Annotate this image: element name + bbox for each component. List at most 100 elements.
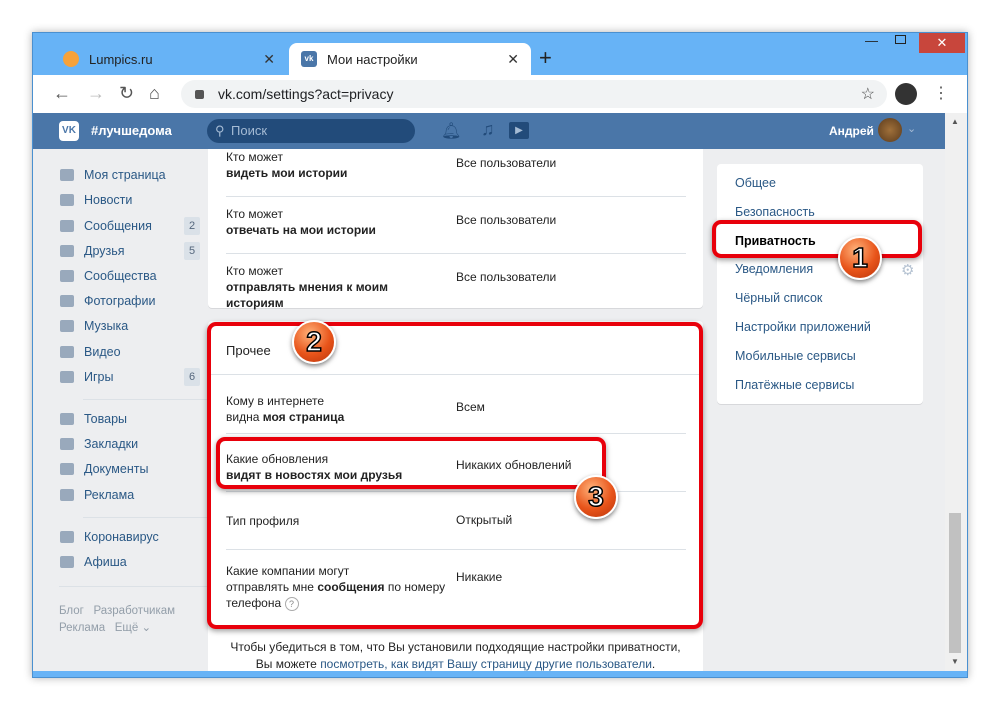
- minimize-button[interactable]: —: [865, 33, 878, 48]
- sidebar-item-label: Моя страница: [84, 168, 166, 182]
- sidebar-item[interactable]: Афиша: [60, 555, 200, 569]
- sidebar-item-label: Фотографии: [84, 294, 156, 308]
- annotation-number-1: 1: [838, 236, 882, 280]
- footer-link-ads[interactable]: Реклама: [59, 622, 105, 634]
- scroll-thumb[interactable]: [949, 513, 961, 653]
- annotation-box-privacy: [712, 220, 922, 258]
- sidebar-item[interactable]: Закладки: [60, 437, 200, 451]
- sidebar-item[interactable]: Музыка: [60, 319, 200, 333]
- home-icon: [60, 169, 74, 181]
- scroll-up-icon[interactable]: ▲: [951, 117, 959, 126]
- sidebar-item[interactable]: Новости: [60, 193, 200, 207]
- search-placeholder: Поиск: [231, 123, 268, 138]
- forward-icon[interactable]: →: [87, 83, 105, 104]
- news-icon: [60, 194, 74, 206]
- reload-icon[interactable]: ↻: [119, 83, 134, 104]
- setting-value[interactable]: Все пользователи: [456, 270, 556, 284]
- user-avatar[interactable]: [878, 118, 902, 142]
- sidebar-item-label: Видео: [84, 345, 121, 359]
- privacy-setting-row[interactable]: Кто может отвечать на мои истории Все поль…: [226, 206, 686, 263]
- bookmark-star-icon[interactable]: ☆: [861, 84, 875, 104]
- setting-label-bold: отправлять мнения к моим историям: [226, 280, 388, 310]
- sidebar-item[interactable]: Моя страница: [60, 168, 200, 182]
- search-input[interactable]: ⚲ Поиск: [207, 119, 415, 143]
- sidebar-item[interactable]: Друзья 5: [60, 242, 200, 260]
- tab-label: Lumpics.ru: [89, 51, 153, 67]
- lumpics-favicon: [63, 51, 79, 67]
- settings-menu-item[interactable]: Общее: [735, 176, 776, 190]
- settings-menu-item[interactable]: Платёжные сервисы: [735, 378, 854, 392]
- friends-icon: [60, 245, 74, 257]
- privacy-setting-row[interactable]: Кто может видеть мои истории Все пользоват…: [226, 149, 686, 206]
- sidebar-item[interactable]: Сообщества: [60, 269, 200, 283]
- settings-menu-item[interactable]: Мобильные сервисы: [735, 349, 856, 363]
- tab-settings[interactable]: vk Мои настройки ✕: [289, 43, 531, 75]
- bell-icon[interactable]: 🔔︎: [441, 121, 461, 141]
- setting-label: Кто может: [226, 264, 283, 278]
- search-icon: ⚲: [215, 123, 225, 138]
- annotation-number-3: 3: [574, 475, 618, 519]
- user-name[interactable]: Андрей: [829, 124, 874, 138]
- back-icon[interactable]: ←: [53, 83, 71, 104]
- footer-link-developers[interactable]: Разработчикам: [93, 605, 175, 617]
- gear-icon[interactable]: ⚙: [901, 261, 914, 279]
- url-text: vk.com/settings?act=privacy: [218, 86, 394, 102]
- url-field[interactable]: vk.com/settings?act=privacy ☆: [181, 80, 887, 108]
- sidebar-item[interactable]: Товары: [60, 412, 200, 426]
- sidebar-item-label: Коронавирус: [84, 530, 159, 544]
- sidebar-item-label: Друзья: [84, 244, 125, 258]
- lock-icon: [195, 89, 204, 99]
- new-tab-button[interactable]: +: [539, 45, 552, 71]
- camera-icon: [60, 295, 74, 307]
- vk-logo[interactable]: VK: [59, 121, 79, 141]
- tab-label: Мои настройки: [327, 51, 418, 67]
- sidebar-item-label: Товары: [84, 412, 127, 426]
- sidebar-item-label: Сообщества: [84, 269, 157, 283]
- chevron-down-icon[interactable]: ⌄: [907, 122, 916, 135]
- home-icon[interactable]: ⌂: [149, 83, 160, 104]
- settings-menu-item[interactable]: Уведомления: [735, 262, 813, 276]
- games-icon: [60, 371, 74, 383]
- sidebar-item-label: Музыка: [84, 319, 129, 333]
- sidebar-item-label: Афиша: [84, 555, 127, 569]
- sidebar-item[interactable]: Документы: [60, 462, 200, 476]
- close-tab-icon[interactable]: ✕: [507, 51, 519, 68]
- setting-value[interactable]: Все пользователи: [456, 156, 556, 170]
- close-window-button[interactable]: ✕: [919, 33, 965, 53]
- setting-value[interactable]: Все пользователи: [456, 213, 556, 227]
- note-line: .: [651, 657, 656, 671]
- sidebar-item-label: Закладки: [84, 437, 139, 451]
- sidebar-item[interactable]: Фотографии: [60, 294, 200, 308]
- close-tab-icon[interactable]: ✕: [263, 51, 275, 68]
- vk-header: VK #лучшедома ⚲ Поиск 🔔︎ ♫ ▶ Андрей ⌄: [33, 113, 945, 149]
- tab-lumpics[interactable]: Lumpics.ru ✕: [51, 43, 287, 75]
- settings-menu-item[interactable]: Безопасность: [735, 205, 815, 219]
- address-bar-row: ← → ↻ ⌂ vk.com/settings?act=privacy ☆ ⋮: [33, 75, 967, 113]
- sidebar-item-label: Игры: [84, 370, 114, 384]
- sidebar-item[interactable]: Реклама: [60, 488, 200, 502]
- annotation-box-updates: [216, 437, 606, 489]
- settings-menu-item[interactable]: Настройки приложений: [735, 320, 871, 334]
- sidebar-item[interactable]: Игры 6: [60, 368, 200, 386]
- sidebar-item[interactable]: Видео: [60, 345, 200, 359]
- footer-link-blog[interactable]: Блог: [59, 605, 84, 617]
- maximize-button[interactable]: [895, 35, 906, 44]
- vk-hashtag[interactable]: #лучшедома: [91, 123, 172, 138]
- scrollbar[interactable]: ▲ ▼: [945, 113, 967, 671]
- sidebar-item-label: Документы: [84, 462, 149, 476]
- sidebar-item[interactable]: Сообщения 2: [60, 217, 200, 235]
- privacy-setting-row[interactable]: Кто может отправлять мнения к моим истори…: [226, 263, 686, 320]
- setting-label: Кто может: [226, 207, 283, 221]
- count-badge: 2: [184, 217, 200, 235]
- menu-icon[interactable]: ⋮: [933, 83, 949, 103]
- footer-link-more[interactable]: Ещё ⌄: [115, 622, 151, 634]
- settings-menu-item[interactable]: Чёрный список: [735, 291, 822, 305]
- player-play-icon[interactable]: ▶: [509, 122, 529, 139]
- view-as-link[interactable]: посмотреть, как видят Вашу страницу друг…: [320, 657, 652, 671]
- scroll-down-icon[interactable]: ▼: [951, 657, 959, 666]
- groups-icon: [60, 270, 74, 282]
- stories-privacy-card: Кто может видеть мои истории Все пользоват…: [208, 149, 703, 310]
- music-icon[interactable]: ♫: [481, 119, 495, 140]
- sidebar-item[interactable]: Коронавирус: [60, 530, 200, 544]
- profile-avatar[interactable]: [895, 83, 917, 105]
